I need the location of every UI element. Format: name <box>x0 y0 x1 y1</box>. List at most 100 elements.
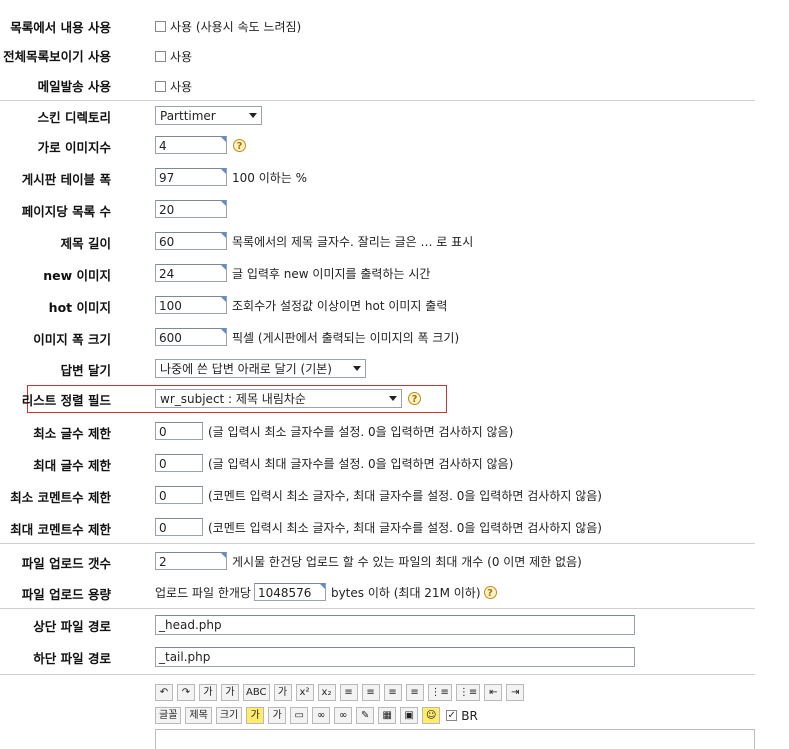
head-file-input[interactable]: _head.php <box>155 615 635 635</box>
row-sort-field: 리스트 정렬 필드 wr_subject : 제목 내림차순 ? <box>0 389 755 409</box>
subscript-icon[interactable]: x₂ <box>317 684 336 701</box>
table-width-input[interactable]: 97 <box>155 168 227 186</box>
row-min-chars: 최소 글수 제한 0 (글 입력시 최소 글자수를 설정. 0을 입력하면 검사… <box>0 422 755 442</box>
section-divider <box>0 674 755 675</box>
font-button[interactable]: 글꼴 <box>155 707 182 724</box>
image-width-input[interactable]: 600 <box>155 328 227 346</box>
row-label: 최대 글수 제한 <box>33 458 111 473</box>
sort-field-select[interactable]: wr_subject : 제목 내림차순 <box>155 389 402 408</box>
list-content-checkbox[interactable] <box>155 21 166 32</box>
board-settings-form: 목록에서 내용 사용 사용 (사용시 속도 느려짐) 전체목록보이기 사용 사용… <box>0 0 789 749</box>
help-icon[interactable]: ? <box>408 392 421 405</box>
file-size-prefix: 업로드 파일 한개당 <box>155 585 251 600</box>
tail-file-input[interactable]: _tail.php <box>155 647 635 667</box>
min-comment-input[interactable]: 0 <box>155 486 203 504</box>
row-skin-dir: 스킨 디렉토리 Parttimer <box>0 106 755 126</box>
size-button[interactable]: 크기 <box>215 707 243 724</box>
file-count-note: 게시물 한건당 업로드 할 수 있는 파일의 최대 개수 (0 이면 제한 없음… <box>232 554 582 569</box>
row-head-file: 상단 파일 경로 _head.php <box>0 615 755 635</box>
align-left-icon[interactable]: ≡ <box>339 684 358 701</box>
outdent-icon[interactable]: ⇤ <box>484 684 503 701</box>
row-label: 목록에서 내용 사용 <box>10 20 111 35</box>
max-chars-note: (글 입력시 최대 글자수를 설정. 0을 입력하면 검사하지 않음) <box>208 456 514 471</box>
mail-send-checkbox[interactable] <box>155 81 166 92</box>
page-rows-input[interactable]: 20 <box>155 200 227 218</box>
help-icon[interactable]: ? <box>483 585 497 599</box>
full-list-checkbox[interactable] <box>155 51 166 62</box>
br-checkbox[interactable] <box>446 710 458 721</box>
editor-toolbar-row2: 글꼴 제목 크기 가 가 ▭ ∞ ∞ ✎ ▦ ▣ ☺ BR <box>155 707 478 724</box>
help-icon[interactable]: ? <box>233 138 246 152</box>
row-horiz-images: 가로 이미지수 4 ? <box>0 136 755 156</box>
reply-order-select[interactable]: 나중에 쓴 답변 아래로 달기 (기본) <box>155 359 366 378</box>
unordered-list-icon[interactable]: ⋮≡ <box>455 684 481 701</box>
subject-len-note: 목록에서의 제목 글자수. 잘리는 글은 … 로 표시 <box>232 234 474 249</box>
heading-button[interactable]: 제목 <box>185 707 212 724</box>
hot-image-input[interactable]: 100 <box>155 296 227 314</box>
row-max-comment: 최대 코멘트수 제한 0 (코멘트 입력시 최소 글자수, 최대 글자수를 설정… <box>0 518 755 538</box>
row-label: 페이지당 목록 수 <box>21 204 111 219</box>
row-label: 전체목록보이기 사용 <box>3 49 111 64</box>
row-file-count: 파일 업로드 갯수 2 게시물 한건당 업로드 할 수 있는 파일의 최대 개수… <box>0 552 755 572</box>
row-label: 스킨 디렉토리 <box>37 110 111 125</box>
table-icon[interactable]: ▦ <box>378 707 397 724</box>
row-page-rows: 페이지당 목록 수 20 <box>0 200 755 220</box>
pen-icon[interactable]: ✎ <box>356 707 375 724</box>
min-comment-note: (코멘트 입력시 최소 글자수, 최대 글자수를 설정. 0을 입력하면 검사하… <box>208 488 602 503</box>
strikethrough-icon[interactable]: ABC <box>243 684 270 701</box>
link-icon[interactable]: ∞ <box>312 707 331 724</box>
row-label: 메일발송 사용 <box>37 79 111 94</box>
superscript-icon[interactable]: x² <box>295 684 314 701</box>
reply-order-value: 나중에 쓴 답변 아래로 달기 (기본) <box>160 362 332 376</box>
file-size-input[interactable]: 1048576 <box>253 583 326 601</box>
row-label: 게시판 테이블 폭 <box>21 172 111 187</box>
row-file-size: 파일 업로드 용량 업로드 파일 한개당 1048576 bytes 이하 (최… <box>0 583 755 603</box>
row-reply-order: 답변 달기 나중에 쓴 답변 아래로 달기 (기본) <box>0 359 755 379</box>
row-table-width: 게시판 테이블 폭 97 100 이하는 % <box>0 168 755 188</box>
subject-len-input[interactable]: 60 <box>155 232 227 250</box>
max-chars-input[interactable]: 0 <box>155 454 203 472</box>
align-center-icon[interactable]: ≡ <box>361 684 380 701</box>
sort-field-value: wr_subject : 제목 내림차순 <box>160 392 306 406</box>
row-label: 답변 달기 <box>60 363 111 378</box>
max-comment-input[interactable]: 0 <box>155 518 203 536</box>
section-divider <box>0 543 755 544</box>
row-label: 하단 파일 경로 <box>33 651 111 666</box>
row-label: 상단 파일 경로 <box>33 619 111 634</box>
font-color-icon[interactable]: 가 <box>246 707 265 724</box>
underline-icon[interactable]: 가 <box>221 684 239 701</box>
redo-icon[interactable]: ↷ <box>177 684 195 701</box>
hot-image-note: 조회수가 설정값 이상이면 hot 이미지 출력 <box>232 298 448 313</box>
max-comment-note: (코멘트 입력시 최소 글자수, 최대 글자수를 설정. 0을 입력하면 검사하… <box>208 520 602 535</box>
row-label: 파일 업로드 갯수 <box>21 556 111 571</box>
row-label: 제목 길이 <box>60 236 111 251</box>
row-list-content: 목록에서 내용 사용 사용 (사용시 속도 느려짐) <box>0 17 755 35</box>
row-label: 리스트 정렬 필드 <box>21 393 111 408</box>
clipped-top-row <box>155 0 375 2</box>
skin-dir-select[interactable]: Parttimer <box>155 106 262 125</box>
min-chars-note: (글 입력시 최소 글자수를 설정. 0을 입력하면 검사하지 않음) <box>208 424 514 439</box>
row-label: 최대 코멘트수 제한 <box>10 522 111 537</box>
editor-textarea[interactable] <box>155 729 755 749</box>
chevron-down-icon <box>249 113 257 118</box>
min-chars-input[interactable]: 0 <box>155 422 203 440</box>
indent-icon[interactable]: ⇥ <box>506 684 525 701</box>
emoticon-icon[interactable]: ☺ <box>422 707 441 724</box>
ordered-list-icon[interactable]: ⋮≡ <box>427 684 452 701</box>
italic-icon[interactable]: 가 <box>273 684 292 701</box>
align-right-icon[interactable]: ≡ <box>383 684 402 701</box>
box-icon[interactable]: ▭ <box>290 707 309 724</box>
unlink-icon[interactable]: ∞ <box>334 707 353 724</box>
chevron-down-icon <box>389 396 397 401</box>
new-image-input[interactable]: 24 <box>155 264 227 282</box>
align-justify-icon[interactable]: ≡ <box>405 684 424 701</box>
row-hot-image: hot 이미지 100 조회수가 설정값 이상이면 hot 이미지 출력 <box>0 296 755 316</box>
image-width-note: 픽셀 (게시판에서 출력되는 이미지의 폭 크기) <box>232 330 460 345</box>
horiz-images-input[interactable]: 4 <box>155 136 227 154</box>
bg-color-icon[interactable]: 가 <box>268 707 287 724</box>
file-count-input[interactable]: 2 <box>155 552 227 570</box>
image-icon[interactable]: ▣ <box>400 707 419 724</box>
undo-icon[interactable]: ↶ <box>155 684 173 701</box>
bold-icon[interactable]: 가 <box>199 684 217 701</box>
row-label: 가로 이미지수 <box>37 140 111 155</box>
